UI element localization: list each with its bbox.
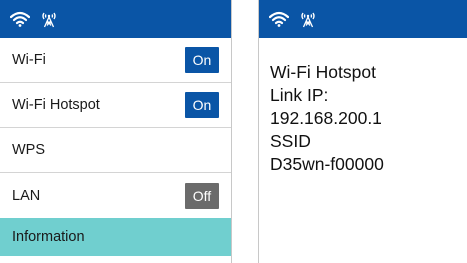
status-bar [0, 0, 231, 38]
menu-item-wps[interactable]: WPS [0, 128, 231, 173]
info-line-ssid-label: SSID [270, 131, 311, 151]
menu-item-wifi[interactable]: Wi-Fi On [0, 38, 231, 83]
wifi-hotspot-toggle[interactable]: On [185, 92, 219, 118]
menu-item-wifi-hotspot[interactable]: Wi-Fi Hotspot On [0, 83, 231, 128]
wifi-icon [269, 11, 289, 27]
information-panel: Wi-Fi Hotspot Link IP: 192.168.200.1 SSI… [258, 0, 467, 263]
menu-item-information[interactable]: Information [0, 218, 231, 256]
status-bar [259, 0, 467, 38]
information-text: Wi-Fi Hotspot Link IP: 192.168.200.1 SSI… [259, 38, 467, 176]
menu-item-label: WPS [12, 142, 46, 158]
menu-item-label: Wi-Fi Hotspot [12, 97, 100, 113]
menu-item-label: Information [12, 229, 85, 245]
info-line-link-ip-label: Link IP: [270, 85, 329, 105]
menu-item-lan[interactable]: LAN Off [0, 173, 231, 218]
menu-item-label: Wi-Fi [12, 52, 46, 68]
info-line-title: Wi-Fi Hotspot [270, 62, 376, 82]
hotspot-icon [40, 10, 58, 28]
wifi-icon [10, 11, 30, 27]
info-line-link-ip-value: 192.168.200.1 [270, 108, 382, 128]
settings-menu-panel: Wi-Fi On Wi-Fi Hotspot On WPS LAN Off In… [0, 0, 232, 263]
lan-toggle[interactable]: Off [185, 182, 219, 209]
wifi-toggle[interactable]: On [185, 47, 219, 73]
hotspot-icon [299, 10, 317, 28]
menu-item-label: LAN [12, 187, 41, 204]
info-line-ssid-value: D35wn-f00000 [270, 154, 384, 174]
